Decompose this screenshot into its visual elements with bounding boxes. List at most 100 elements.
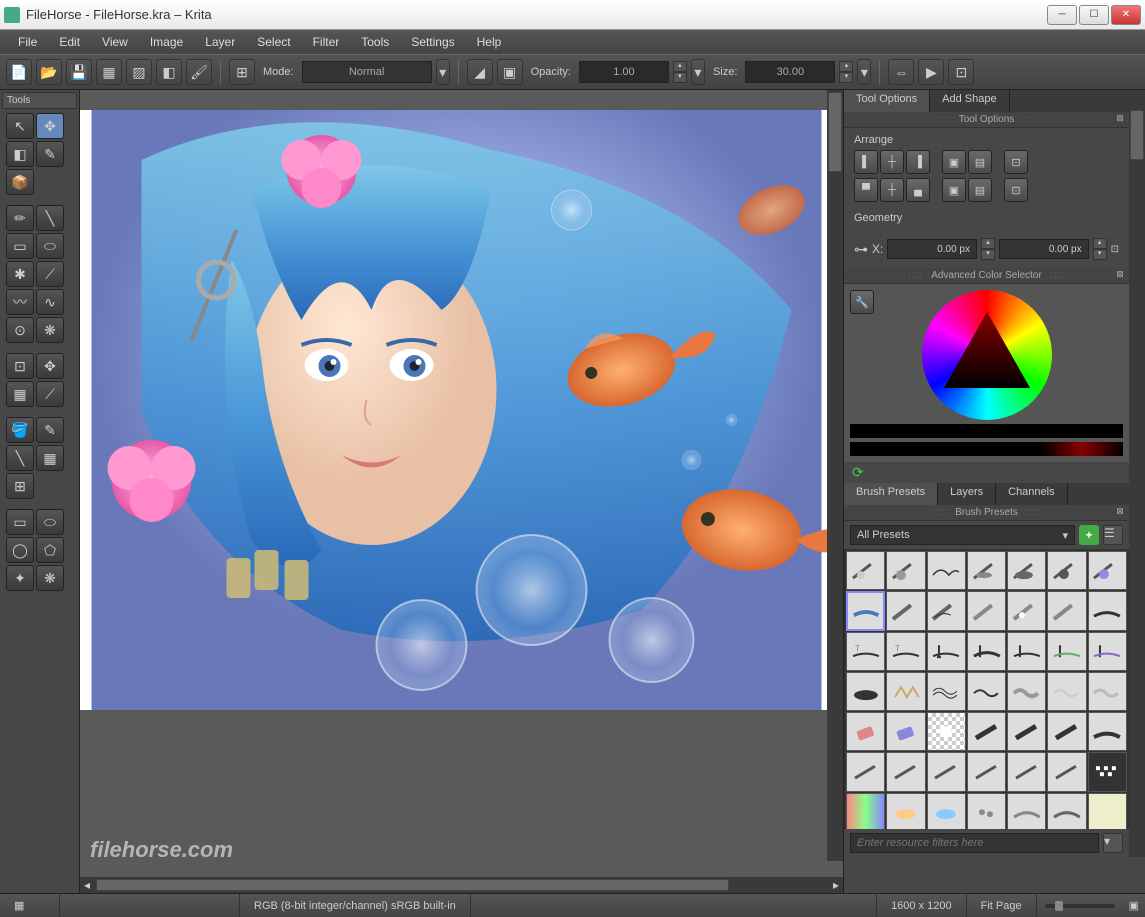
- color-picker-tool[interactable]: ✎: [36, 417, 64, 443]
- brush-preset[interactable]: [886, 591, 925, 630]
- lower-button[interactable]: ▤: [968, 178, 992, 202]
- open-document-button[interactable]: 📂: [36, 59, 62, 85]
- menu-image[interactable]: Image: [140, 32, 193, 52]
- brush-preset[interactable]: [967, 632, 1006, 671]
- mirror-vertical-button[interactable]: ▶: [918, 59, 944, 85]
- brush-preset[interactable]: [927, 752, 966, 791]
- brush-preset[interactable]: [1088, 793, 1127, 829]
- brush-preset[interactable]: [846, 551, 885, 590]
- geometry-x-field[interactable]: 0.00 px: [887, 239, 977, 259]
- brush-preset[interactable]: [846, 712, 885, 751]
- brush-preset[interactable]: T: [846, 632, 885, 671]
- brush-preset[interactable]: [886, 752, 925, 791]
- brush-preset[interactable]: [967, 591, 1006, 630]
- ungroup-button[interactable]: ⊡: [1004, 178, 1028, 202]
- align-right-button[interactable]: ▐: [906, 150, 930, 174]
- line-tool[interactable]: ╲: [36, 205, 64, 231]
- pencil-tool[interactable]: ✏: [6, 205, 34, 231]
- move-tool[interactable]: ✥: [36, 353, 64, 379]
- menu-help[interactable]: Help: [467, 32, 512, 52]
- size-down[interactable]: ▾: [839, 72, 853, 83]
- aspect-lock-icon[interactable]: ⊶: [854, 241, 868, 258]
- raise-button[interactable]: ▤: [968, 150, 992, 174]
- y-down[interactable]: ▾: [1093, 249, 1107, 260]
- brush-preset[interactable]: [1088, 712, 1127, 751]
- brush-preset[interactable]: [1047, 712, 1086, 751]
- transform-tool-2[interactable]: ▦: [6, 381, 34, 407]
- brush-preset[interactable]: [1007, 591, 1046, 630]
- brush-preset[interactable]: [927, 712, 966, 751]
- menu-view[interactable]: View: [92, 32, 138, 52]
- brush-preset[interactable]: [1007, 712, 1046, 751]
- calligraphy-tool[interactable]: ✎: [36, 141, 64, 167]
- x-down[interactable]: ▾: [981, 249, 995, 260]
- brush-preset[interactable]: [846, 672, 885, 711]
- brush-preset[interactable]: [1047, 591, 1086, 630]
- preset-view-mode-button[interactable]: ☰: [1103, 525, 1123, 545]
- brush-preset[interactable]: [927, 551, 966, 590]
- color-triangle[interactable]: [944, 312, 1030, 388]
- tab-tool-options[interactable]: Tool Options: [844, 90, 930, 112]
- color-refresh-icon[interactable]: ⟳: [850, 462, 866, 482]
- brush-preset[interactable]: [1007, 632, 1046, 671]
- eraser-toggle[interactable]: ◢: [467, 59, 493, 85]
- contiguous-select-tool[interactable]: ✦: [6, 565, 34, 591]
- brush-preset[interactable]: [846, 752, 885, 791]
- brush-preset[interactable]: [1047, 672, 1086, 711]
- anchor-icon[interactable]: ⊡: [1111, 244, 1119, 255]
- preset-filter-input[interactable]: [850, 833, 1099, 853]
- size-up[interactable]: ▴: [839, 61, 853, 72]
- menu-edit[interactable]: Edit: [49, 32, 90, 52]
- brush-preset[interactable]: T: [886, 632, 925, 671]
- brush-preset[interactable]: [1007, 752, 1046, 791]
- size-menu-icon[interactable]: ▾: [857, 59, 871, 85]
- brush-preset[interactable]: [927, 793, 966, 829]
- group-button[interactable]: ⊡: [1004, 150, 1028, 174]
- blend-mode-field[interactable]: Normal: [302, 61, 432, 83]
- canvas-only-toggle[interactable]: ▣: [1123, 894, 1145, 917]
- brush-preset[interactable]: [1088, 551, 1127, 590]
- freehand-select-tool[interactable]: ◯: [6, 537, 34, 563]
- edit-shapes-tool[interactable]: ◧: [6, 141, 34, 167]
- dynamic-brush-tool[interactable]: ⊙: [6, 317, 34, 343]
- save-button[interactable]: 💾: [66, 59, 92, 85]
- mirror-horizontal-button[interactable]: ⇔: [888, 59, 914, 85]
- brush-preset[interactable]: [1047, 793, 1086, 829]
- dock-close-icon[interactable]: ⊠: [1113, 113, 1127, 127]
- right-panel-scrollbar[interactable]: [1129, 90, 1145, 857]
- brush-preset[interactable]: [886, 672, 925, 711]
- presets-tag-dropdown[interactable]: All Presets▾: [850, 525, 1075, 545]
- brush-preset[interactable]: [846, 793, 885, 829]
- similar-select-tool[interactable]: ❋: [36, 565, 64, 591]
- workspace-button[interactable]: ⊞: [229, 59, 255, 85]
- geometry-y-field[interactable]: 0.00 px: [999, 239, 1089, 259]
- bezier-tool[interactable]: 〰: [6, 289, 34, 315]
- brush-preset[interactable]: [1047, 752, 1086, 791]
- brush-preset[interactable]: [1007, 793, 1046, 829]
- align-top-button[interactable]: ▀: [854, 178, 878, 202]
- crop-tool[interactable]: ⊡: [6, 353, 34, 379]
- polygon-select-tool[interactable]: ⬠: [36, 537, 64, 563]
- menu-settings[interactable]: Settings: [401, 32, 464, 52]
- maximize-button[interactable]: ☐: [1079, 5, 1109, 25]
- horizontal-scrollbar[interactable]: ◂ ▸: [80, 877, 843, 893]
- brush-preset[interactable]: [1007, 672, 1046, 711]
- vertical-scrollbar[interactable]: [827, 90, 843, 861]
- freehand-path-tool[interactable]: ∿: [36, 289, 64, 315]
- gradient-button[interactable]: ▦: [96, 59, 122, 85]
- minimize-button[interactable]: ─: [1047, 5, 1077, 25]
- bring-front-button[interactable]: ▣: [942, 150, 966, 174]
- brush-preset[interactable]: [1007, 551, 1046, 590]
- align-center-v-button[interactable]: ┼: [880, 178, 904, 202]
- transform-tool[interactable]: ✥: [36, 113, 64, 139]
- advanced-color-selector[interactable]: 🔧: [844, 284, 1129, 462]
- brush-preset[interactable]: [967, 672, 1006, 711]
- ellipse-tool[interactable]: ⬭: [36, 233, 64, 259]
- menu-tools[interactable]: Tools: [351, 32, 399, 52]
- tab-layers[interactable]: Layers: [938, 483, 996, 505]
- add-preset-button[interactable]: +: [1079, 525, 1099, 545]
- fill-tool[interactable]: 🪣: [6, 417, 34, 443]
- align-center-h-button[interactable]: ┼: [880, 150, 904, 174]
- measure-tool[interactable]: ⟋: [36, 381, 64, 407]
- mode-dropdown-icon[interactable]: ▾: [436, 59, 450, 85]
